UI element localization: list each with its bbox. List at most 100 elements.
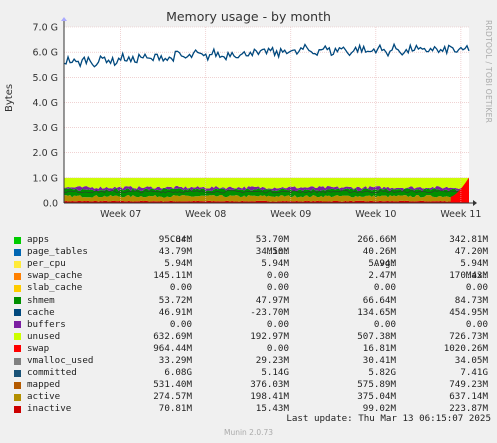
- legend-max-value: 34.05M: [454, 355, 488, 367]
- legend-series-name: active: [27, 391, 61, 403]
- legend-swatch: [14, 357, 21, 365]
- legend-row-unused: unused 632.69M 192.97M 507.38M 726.73M: [12, 331, 490, 343]
- legend-avg-value: 0.00: [373, 318, 396, 330]
- legend-header: Cur: Min: Avg: Max:: [12, 222, 490, 281]
- legend-row-page-tables: page_tables 43.79M 34.50M 40.26M 47.20M: [12, 246, 490, 258]
- legend-max-value: 1020.26M: [443, 342, 488, 354]
- legend-row-vmalloc-used: vmalloc_used 33.29M 29.23M 30.41M 34.05M: [12, 355, 490, 367]
- y-tick-label: 3.0 G: [33, 123, 59, 134]
- legend-swatch: [14, 369, 21, 377]
- legend-cur-value: 46.91M: [158, 306, 192, 318]
- legend-swatch: [14, 309, 21, 317]
- legend-row-slab-cache: slab_cache 0.00 0.00 0.00 0.00: [12, 282, 490, 294]
- legend-cur-value: 0.00: [169, 282, 192, 294]
- legend-swatch: [14, 248, 21, 256]
- y-tick-label: 7.0 G: [33, 23, 59, 34]
- legend-row-mapped: mapped 531.40M 376.03M 575.89M 749.23M: [12, 379, 490, 391]
- legend-max-value: 0.00: [465, 282, 488, 294]
- last-update: Last update: Thu Mar 13 06:15:07 2025: [286, 413, 491, 424]
- legend-cur-value: 6.08G: [164, 367, 192, 379]
- legend-row-cache: cache 46.91M -23.70M 134.65M 454.95M: [12, 307, 490, 319]
- legend-swatch: [14, 405, 21, 413]
- legend-cur-value: 43.79M: [158, 246, 192, 258]
- legend-swatch: [14, 333, 21, 341]
- legend-cur-value: 632.69M: [153, 330, 192, 342]
- legend-rows: apps 95.84M 53.70M 266.66M 342.81M page_table…: [12, 234, 490, 415]
- legend-swatch: [14, 284, 21, 292]
- x-tick-label: Week 11: [440, 209, 481, 220]
- legend-row-committed: committed 6.08G 5.14G 5.82G 7.41G: [12, 367, 490, 379]
- legend-series-name: vmalloc_used: [27, 355, 94, 367]
- legend-cur-value: 274.57M: [153, 391, 192, 403]
- legend-table: Cur: Min: Avg: Max: apps 95.84M 53.70M 266.…: [12, 222, 490, 416]
- legend-swatch: [14, 345, 21, 353]
- legend-series-name: slab_cache: [27, 282, 83, 294]
- legend-min-value: 53.70M: [255, 234, 289, 246]
- legend-max-value: 342.81M: [449, 234, 488, 246]
- legend-series-name: mapped: [27, 379, 61, 391]
- legend-swatch: [14, 321, 21, 329]
- legend-min-value: 0.00: [266, 342, 289, 354]
- legend-series-name: apps: [27, 234, 50, 246]
- legend-cur-value: 70.81M: [158, 403, 192, 415]
- legend-cur-value: 95.84M: [158, 234, 192, 246]
- legend-max-value: 170.43M: [449, 270, 488, 282]
- legend-cur-value: 964.44M: [153, 342, 192, 354]
- legend-min-value: 0.00: [266, 282, 289, 294]
- y-tick-label: 0.0: [43, 199, 58, 210]
- legend-min-value: 376.03M: [250, 379, 289, 391]
- legend-series-name: swap_cache: [27, 270, 83, 282]
- legend-min-value: 47.97M: [255, 294, 289, 306]
- legend-row-swap: swap 964.44M 0.00 16.81M 1020.26M: [12, 343, 490, 355]
- legend-cur-value: 0.00: [169, 318, 192, 330]
- legend-avg-value: 40.26M: [362, 246, 396, 258]
- legend-row-apps: apps 95.84M 53.70M 266.66M 342.81M: [12, 234, 490, 246]
- legend-cur-value: 53.72M: [158, 294, 192, 306]
- legend-swatch: [14, 297, 21, 305]
- legend-row-shmem: shmem 53.72M 47.97M 66.64M 84.73M: [12, 295, 490, 307]
- legend-series-name: swap: [27, 342, 50, 354]
- legend-series-name: unused: [27, 330, 61, 342]
- legend-swatch: [14, 393, 21, 401]
- legend-cur-value: 145.11M: [153, 270, 192, 282]
- legend-max-value: 47.20M: [454, 246, 488, 258]
- legend-row-per-cpu: per_cpu 5.94M 5.94M 5.94M 5.94M: [12, 258, 490, 270]
- legend-avg-value: 2.47M: [368, 270, 396, 282]
- legend-max-value: 7.41G: [460, 367, 488, 379]
- legend-min-value: 192.97M: [250, 330, 289, 342]
- legend-series-name: committed: [27, 367, 77, 379]
- legend-series-name: page_tables: [27, 246, 88, 258]
- x-tick-label: Week 10: [355, 209, 396, 220]
- legend-max-value: 84.73M: [454, 294, 488, 306]
- legend-swatch: [14, 236, 21, 244]
- legend-row-active: active 274.57M 198.41M 375.04M 637.14M: [12, 391, 490, 403]
- legend-max-value: 749.23M: [449, 379, 488, 391]
- legend-min-value: 5.94M: [261, 258, 289, 270]
- legend-series-name: buffers: [27, 318, 66, 330]
- x-tick-label: Week 07: [100, 209, 141, 220]
- legend-max-value: 637.14M: [449, 391, 488, 403]
- legend-avg-value: 5.94M: [368, 258, 396, 270]
- legend-avg-value: 575.89M: [357, 379, 396, 391]
- legend-cur-value: 33.29M: [158, 355, 192, 367]
- legend-min-value: 29.23M: [255, 355, 289, 367]
- plot-area: 0.0 1.0 G 2.0 G 3.0 G 4.0 G 5.0 G 6.0 G 7.0 G We…: [33, 17, 481, 220]
- legend-max-value: 454.95M: [449, 306, 488, 318]
- legend-avg-value: 375.04M: [357, 391, 396, 403]
- legend-min-value: 15.43M: [255, 403, 289, 415]
- y-axis-arrow: [61, 17, 67, 21]
- legend-avg-value: 30.41M: [362, 355, 396, 367]
- x-tick-label: Week 09: [270, 209, 311, 220]
- legend-avg-value: 16.81M: [362, 342, 396, 354]
- legend-max-value: 5.94M: [460, 258, 488, 270]
- legend-swatch: [14, 381, 21, 389]
- munin-version: Munin 2.0.73: [223, 428, 274, 437]
- legend-min-value: 0.00: [266, 318, 289, 330]
- legend-max-value: 726.73M: [449, 330, 488, 342]
- legend-swatch: [14, 260, 21, 268]
- x-axis-arrow: [473, 200, 477, 206]
- legend-avg-value: 134.65M: [357, 306, 396, 318]
- legend-series-name: cache: [27, 306, 55, 318]
- legend-avg-value: 266.66M: [357, 234, 396, 246]
- legend-cur-value: 5.94M: [164, 258, 192, 270]
